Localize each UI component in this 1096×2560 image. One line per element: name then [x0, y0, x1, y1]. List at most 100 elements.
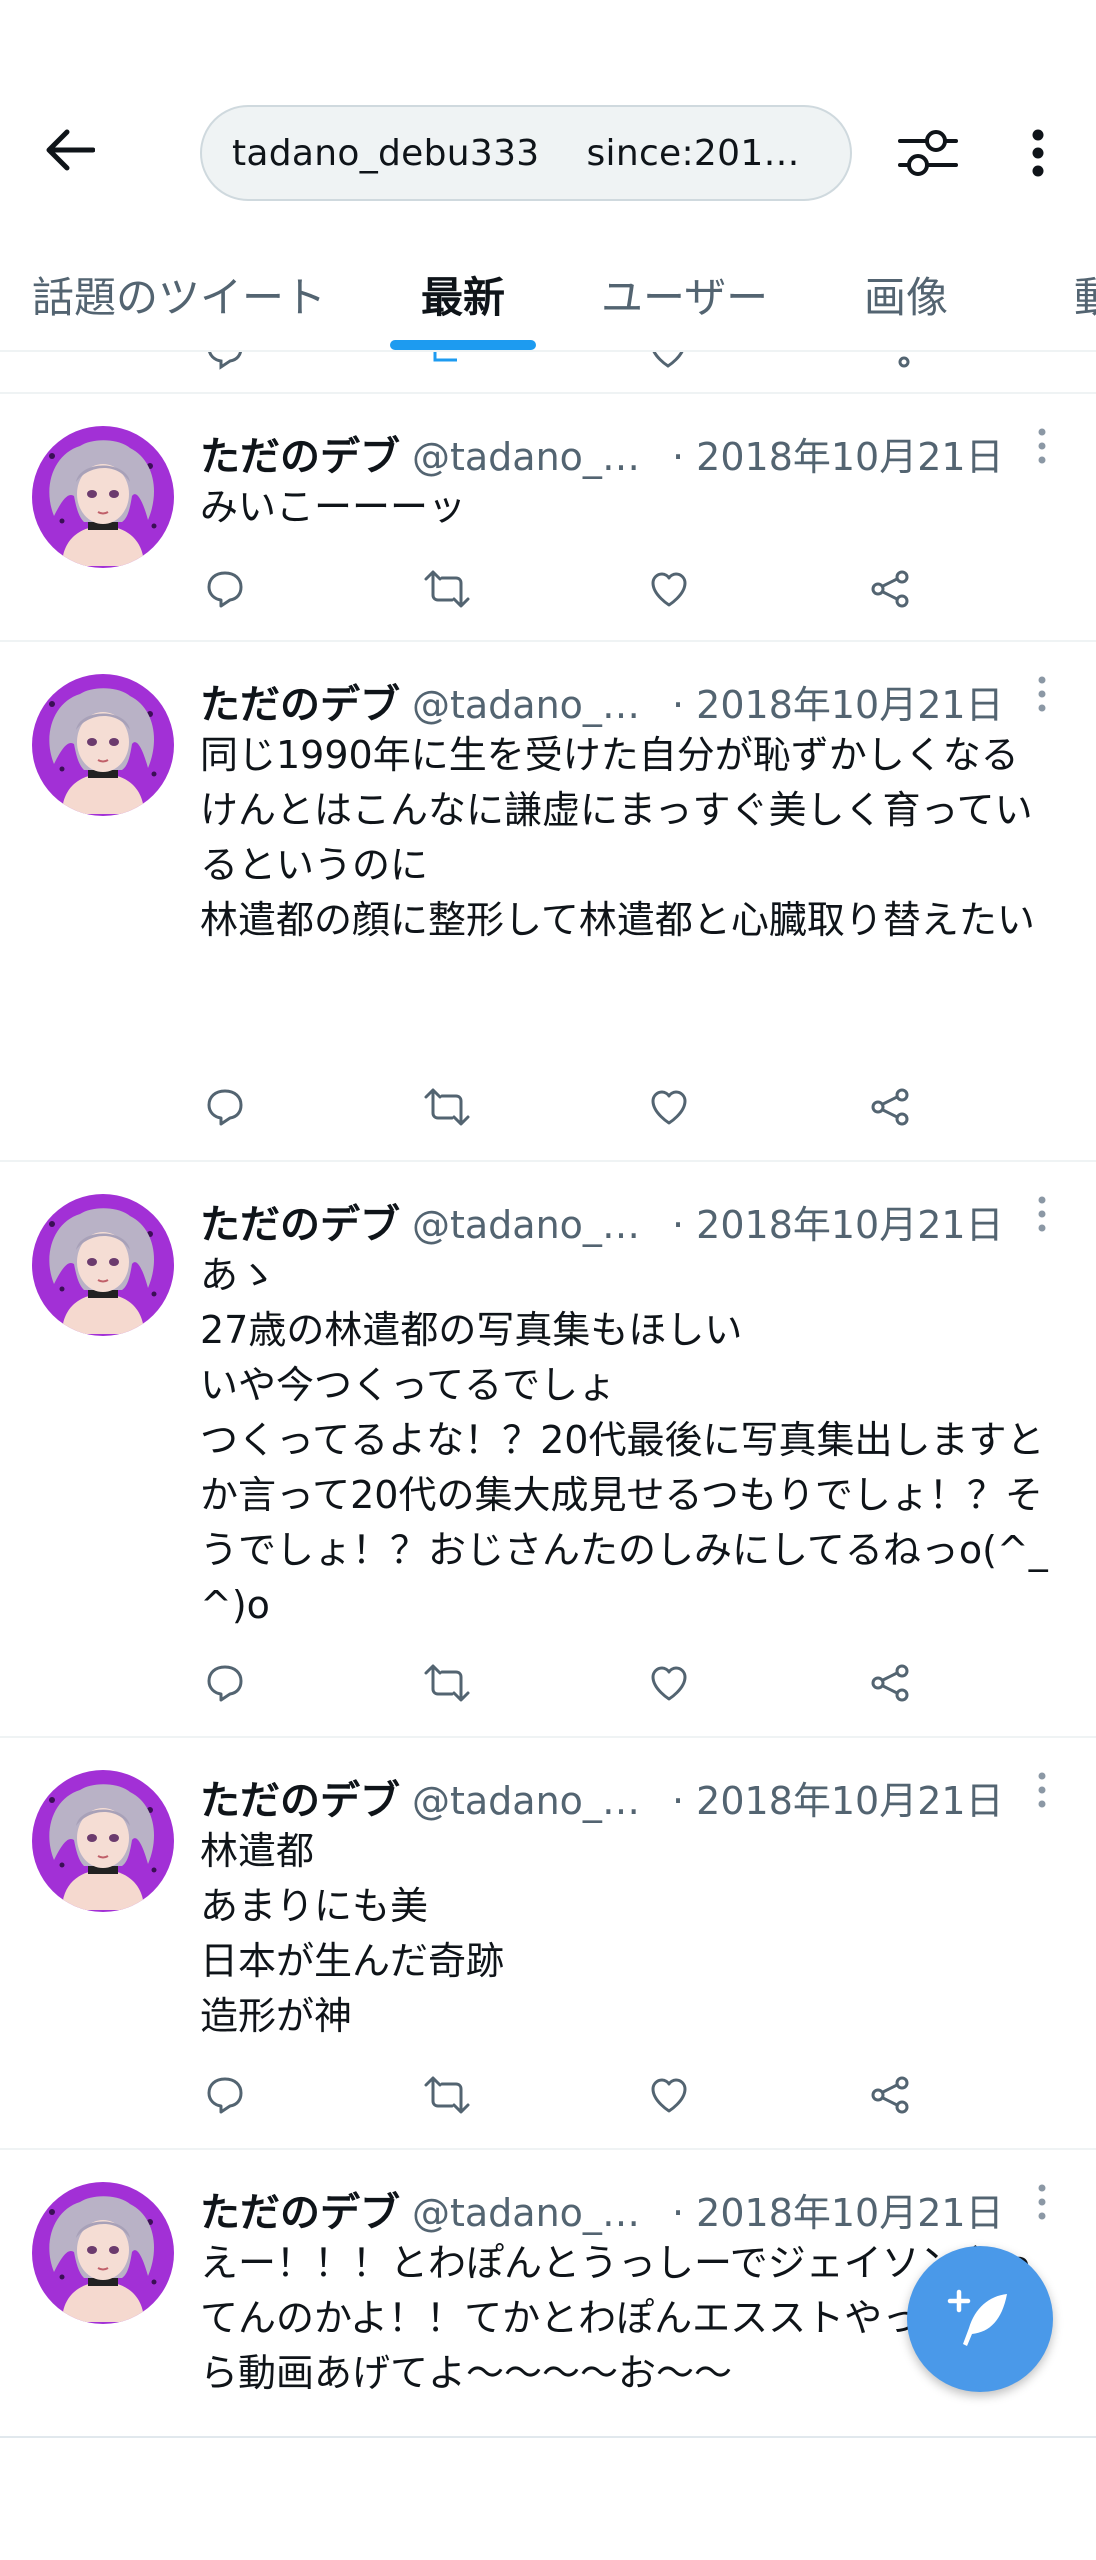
- retweet-icon: [424, 1664, 470, 1702]
- share-button[interactable]: [866, 2070, 916, 2120]
- author-handle: @tadano_d...: [412, 1779, 652, 1823]
- like-icon: [651, 1666, 687, 1701]
- tweet-header: ただのデブ @tadano_d... · 2018年10月21日: [200, 1192, 1080, 1248]
- compose-tweet-button[interactable]: [907, 2246, 1053, 2392]
- share-icon: [871, 2076, 909, 2114]
- reply-button[interactable]: [200, 2070, 250, 2120]
- retweet-button[interactable]: [422, 1082, 472, 1132]
- tweet-header: ただのデブ @tadano_d... · 2018年10月21日: [200, 672, 1080, 728]
- tab-latest[interactable]: 最新: [421, 240, 505, 350]
- author-handle: @tadano_d...: [412, 683, 652, 727]
- reply-icon: [208, 352, 243, 370]
- previous-tweet-actions: [0, 352, 1096, 394]
- like-icon: [652, 352, 684, 368]
- avatar[interactable]: [32, 674, 174, 816]
- tweet-text: 林遣都 あまりにも美 日本が生んだ奇跡 造形が神: [200, 1829, 505, 2038]
- back-button[interactable]: [40, 120, 100, 180]
- search-input[interactable]: tadano_debu333 since:201…: [200, 105, 852, 201]
- share-button[interactable]: [866, 1082, 916, 1132]
- like-button[interactable]: [644, 564, 694, 614]
- share-button[interactable]: [866, 1658, 916, 1708]
- tab-videos[interactable]: 動: [1074, 240, 1096, 350]
- retweet-icon: [424, 1088, 470, 1126]
- more-vertical-icon: [1038, 676, 1046, 712]
- reply-button[interactable]: [200, 564, 250, 614]
- like-icon: [651, 1090, 687, 1125]
- tweet-header: ただのデブ @tadano_d... · 2018年10月21日: [200, 424, 1080, 480]
- avatar[interactable]: [32, 1770, 174, 1912]
- top-app-bar: tadano_debu333 since:201…: [0, 0, 1096, 201]
- more-vertical-icon: [1038, 428, 1046, 464]
- reply-icon: [207, 1089, 243, 1126]
- author-name[interactable]: ただのデブ: [200, 1192, 400, 1250]
- tweet-menu-button[interactable]: [1028, 2180, 1056, 2224]
- tweet-actions: [200, 564, 1000, 614]
- search-tabs: 話題のツイート 最新 ユーザー 画像 動: [0, 240, 1096, 352]
- tweet-text: みいこーーーッ: [200, 485, 467, 529]
- search-query-text: tadano_debu333 since:201…: [232, 132, 800, 174]
- retweet-icon: [433, 352, 457, 362]
- reply-button[interactable]: [200, 1082, 250, 1132]
- avatar[interactable]: [32, 426, 174, 568]
- more-vertical-icon: [1038, 1772, 1046, 1808]
- author-name[interactable]: ただのデブ: [200, 2180, 400, 2238]
- retweet-button[interactable]: [422, 2070, 472, 2120]
- author-name[interactable]: ただのデブ: [200, 1768, 400, 1826]
- tweet-date: · 2018年10月21日: [672, 2191, 1004, 2235]
- share-icon: [898, 356, 910, 368]
- more-vertical-icon: [1032, 129, 1044, 177]
- tweet-header: ただのデブ @tadano_d... · 2018年10月21日: [200, 1768, 1080, 1824]
- tweet-text: 同じ1990年に生を受けた自分が恥ずかしくなる けんとはこんなに謙虚にまっすぐ美…: [200, 733, 1035, 942]
- more-vertical-icon: [1038, 2184, 1046, 2220]
- tweet-menu-button[interactable]: [1028, 1768, 1056, 1812]
- compose-feather-icon: [947, 2289, 1007, 2346]
- retweet-icon: [424, 2076, 470, 2114]
- active-tab-indicator: [390, 340, 536, 350]
- tab-people[interactable]: ユーザー: [601, 240, 768, 350]
- tweet-actions: [200, 2070, 1000, 2120]
- tweet-text: あゝ 27歳の林遣都の写真集もほしい いや今つくってるでしょ つくってるよな！？…: [200, 1253, 1048, 1627]
- tweet-date: · 2018年10月21日: [672, 1203, 1004, 1247]
- author-name[interactable]: ただのデブ: [200, 424, 400, 482]
- tweet-date: · 2018年10月21日: [672, 435, 1004, 479]
- avatar[interactable]: [32, 1194, 174, 1336]
- like-button[interactable]: [644, 1658, 694, 1708]
- arrow-left-icon: [46, 129, 95, 171]
- reply-icon: [207, 2077, 243, 2114]
- share-icon: [871, 1664, 909, 1702]
- tweet-item[interactable]: ただのデブ @tadano_d... · 2018年10月21日 林遣都 あまり…: [0, 1738, 1096, 2150]
- tweet-actions: [200, 1082, 1000, 1132]
- share-icon: [871, 570, 909, 608]
- like-icon: [651, 2078, 687, 2113]
- reply-icon: [207, 1665, 243, 1702]
- like-icon: [651, 572, 687, 607]
- tweet-item[interactable]: ただのデブ @tadano_d... · 2018年10月21日 みいこーーーッ: [0, 394, 1096, 642]
- avatar[interactable]: [32, 2182, 174, 2324]
- more-vertical-icon: [1038, 1196, 1046, 1232]
- more-options-button[interactable]: [1012, 120, 1064, 186]
- tweet-header: ただのデブ @tadano_d... · 2018年10月21日: [200, 2180, 1080, 2236]
- like-button[interactable]: [644, 2070, 694, 2120]
- tweet-menu-button[interactable]: [1028, 1192, 1056, 1236]
- tweet-item[interactable]: ただのデブ @tadano_d... · 2018年10月21日 あゝ 27歳の…: [0, 1162, 1096, 1738]
- like-button[interactable]: [644, 1082, 694, 1132]
- search-filter-button[interactable]: [895, 120, 961, 186]
- retweet-button[interactable]: [422, 564, 472, 614]
- share-icon: [871, 1088, 909, 1126]
- bottom-bar-area: [0, 2438, 1096, 2560]
- tweet-menu-button[interactable]: [1028, 672, 1056, 716]
- tweet-menu-button[interactable]: [1028, 424, 1056, 468]
- reply-button[interactable]: [200, 1658, 250, 1708]
- sliders-icon: [898, 130, 958, 176]
- share-button[interactable]: [866, 564, 916, 614]
- reply-icon: [207, 571, 243, 608]
- author-handle: @tadano_d...: [412, 435, 652, 479]
- retweet-button[interactable]: [422, 1658, 472, 1708]
- tab-photos[interactable]: 画像: [864, 240, 948, 350]
- author-handle: @tadano_d...: [412, 1203, 652, 1247]
- tab-top[interactable]: 話題のツイート: [32, 240, 326, 350]
- retweet-icon: [424, 570, 470, 608]
- tweet-actions: [200, 1658, 1000, 1708]
- author-name[interactable]: ただのデブ: [200, 672, 400, 730]
- tweet-item[interactable]: ただのデブ @tadano_d... · 2018年10月21日 同じ1990年…: [0, 642, 1096, 1162]
